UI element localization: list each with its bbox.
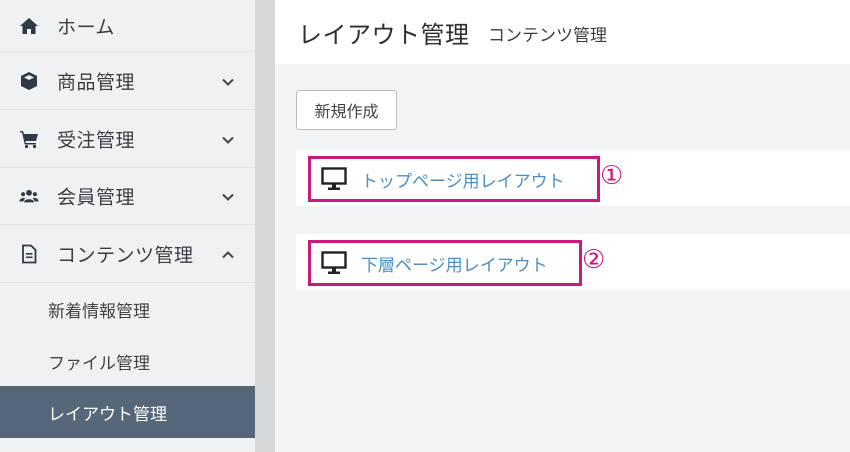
sidebar-divider <box>255 0 275 452</box>
annotation-marker: ② <box>582 245 606 275</box>
cart-icon <box>18 128 40 150</box>
sidebar-item-members[interactable]: 会員管理 <box>0 168 255 225</box>
home-icon <box>18 15 40 37</box>
layout-row: 下層ページ用レイアウト ② <box>296 234 850 290</box>
cube-icon <box>18 70 40 92</box>
sidebar-item-label: コンテンツ管理 <box>57 244 194 266</box>
sidebar-subitem-news[interactable]: 新着情報管理 <box>0 283 255 335</box>
page-header: レイアウト管理 コンテンツ管理 <box>275 0 850 64</box>
chevron-up-icon <box>221 247 235 261</box>
file-icon <box>18 243 40 265</box>
sidebar: ホーム 商品管理 受注管理 会員管理 コンテンツ管理 新着情報管理 ファイル管理… <box>0 0 255 452</box>
sidebar-subitem-files[interactable]: ファイル管理 <box>0 335 255 387</box>
desktop-icon <box>321 167 347 191</box>
sidebar-item-label: 会員管理 <box>57 186 136 209</box>
layout-link-top[interactable]: トップページ用レイアウト <box>308 156 600 202</box>
chevron-down-icon <box>221 189 235 203</box>
sidebar-item-contents[interactable]: コンテンツ管理 <box>0 225 255 283</box>
sidebar-item-orders[interactable]: 受注管理 <box>0 110 255 168</box>
sidebar-subitem-layout[interactable]: レイアウト管理 <box>0 386 255 438</box>
layout-link-lower[interactable]: 下層ページ用レイアウト <box>308 240 582 286</box>
desktop-icon <box>321 251 347 275</box>
users-icon <box>18 185 40 207</box>
page-title: レイアウト管理 <box>298 21 470 49</box>
sidebar-item-label: ホーム <box>57 16 115 38</box>
sidebar-item-home[interactable]: ホーム <box>0 0 255 52</box>
layout-row: トップページ用レイアウト ① <box>296 150 850 206</box>
sidebar-item-label: 商品管理 <box>57 71 136 93</box>
page-subtitle: コンテンツ管理 <box>488 26 607 46</box>
new-layout-button[interactable]: 新規作成 <box>296 90 397 130</box>
chevron-down-icon <box>221 74 235 88</box>
layout-link-label: トップページ用レイアウト <box>361 171 565 192</box>
annotation-marker: ① <box>600 161 624 191</box>
sidebar-item-label: 受注管理 <box>57 129 136 151</box>
layout-link-label: 下層ページ用レイアウト <box>361 255 548 276</box>
sidebar-item-products[interactable]: 商品管理 <box>0 52 255 110</box>
chevron-down-icon <box>221 132 235 146</box>
